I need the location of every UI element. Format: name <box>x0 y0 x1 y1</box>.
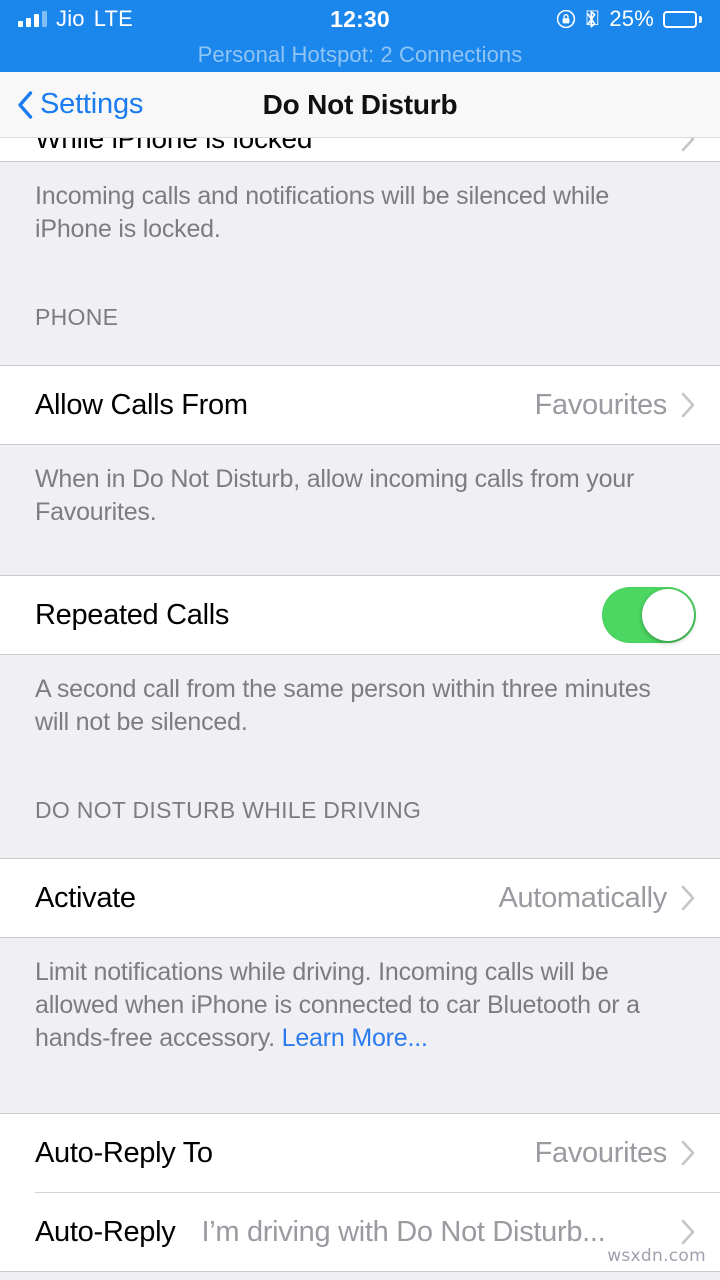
hotspot-banner-label: Personal Hotspot: 2 Connections <box>197 42 523 67</box>
allow-calls-from-label: Allow Calls From <box>35 388 248 421</box>
clock-label: 12:30 <box>330 5 390 32</box>
row-repeated-calls[interactable]: Repeated Calls <box>0 576 720 654</box>
allow-calls-from-value: Favourites <box>534 388 667 421</box>
battery-icon <box>663 10 702 28</box>
chevron-right-icon <box>681 138 696 152</box>
auto-reply-to-label: Auto-Reply To <box>35 1136 213 1169</box>
auto-reply-label: Auto-Reply <box>35 1215 176 1248</box>
group-allow-calls: Allow Calls From Favourites <box>0 365 720 445</box>
chevron-right-icon <box>681 1219 696 1245</box>
status-bar-right:  25% <box>556 0 702 38</box>
group-activate: Activate Automatically <box>0 858 720 938</box>
personal-hotspot-banner[interactable]: Personal Hotspot: 2 Connections <box>0 38 720 72</box>
activate-value: Automatically <box>498 881 667 914</box>
section-header-driving: DO NOT DISTURB WHILE DRIVING <box>35 797 422 823</box>
status-bar: Jio LTE 12:30  <box>0 0 720 72</box>
row-auto-reply-to[interactable]: Auto-Reply To Favourites <box>0 1114 720 1192</box>
repeated-calls-footer: A second call from the same person withi… <box>35 675 651 736</box>
iphone-screen: Jio LTE 12:30  <box>0 0 720 1280</box>
watermark: wsxdn.com <box>607 1246 706 1266</box>
repeated-calls-label: Repeated Calls <box>35 598 230 631</box>
driving-footer: Limit notifications while driving. Incom… <box>0 938 720 1055</box>
back-button-label: Settings <box>40 88 144 120</box>
navigation-bar: Settings Do Not Disturb <box>0 72 720 138</box>
silenced-footer: Incoming calls and notifications will be… <box>35 182 610 243</box>
auto-reply-value: I’m driving with Do Not Disturb... <box>201 1215 606 1248</box>
section-header-phone: PHONE <box>35 304 119 330</box>
auto-reply-footer: Your Favourites will receive this messag… <box>0 1272 720 1280</box>
row-allow-calls-from[interactable]: Allow Calls From Favourites <box>0 366 720 444</box>
chevron-left-icon <box>16 90 34 120</box>
back-button[interactable]: Settings <box>0 88 143 121</box>
row-while-iphone-is-locked[interactable]: While iPhone is locked <box>0 138 720 162</box>
battery-percent-label: 25% <box>609 6 654 31</box>
learn-more-link[interactable]: Learn More... <box>282 1024 428 1052</box>
auto-reply-to-value: Favourites <box>534 1136 667 1169</box>
while-iphone-locked-label: While iPhone is locked <box>35 138 313 154</box>
chevron-right-icon <box>681 1140 696 1166</box>
row-activate[interactable]: Activate Automatically <box>0 859 720 937</box>
repeated-calls-toggle[interactable] <box>602 587 696 643</box>
rotation-lock-icon <box>556 9 576 29</box>
settings-list: While iPhone is locked Incoming calls an… <box>0 138 720 1280</box>
bluetooth-icon:  <box>585 8 601 30</box>
group-repeated-calls: Repeated Calls <box>0 575 720 655</box>
activate-label: Activate <box>35 881 136 914</box>
allow-calls-footer: When in Do Not Disturb, allow incoming c… <box>35 465 635 526</box>
chevron-right-icon <box>681 392 696 418</box>
chevron-right-icon <box>681 885 696 911</box>
